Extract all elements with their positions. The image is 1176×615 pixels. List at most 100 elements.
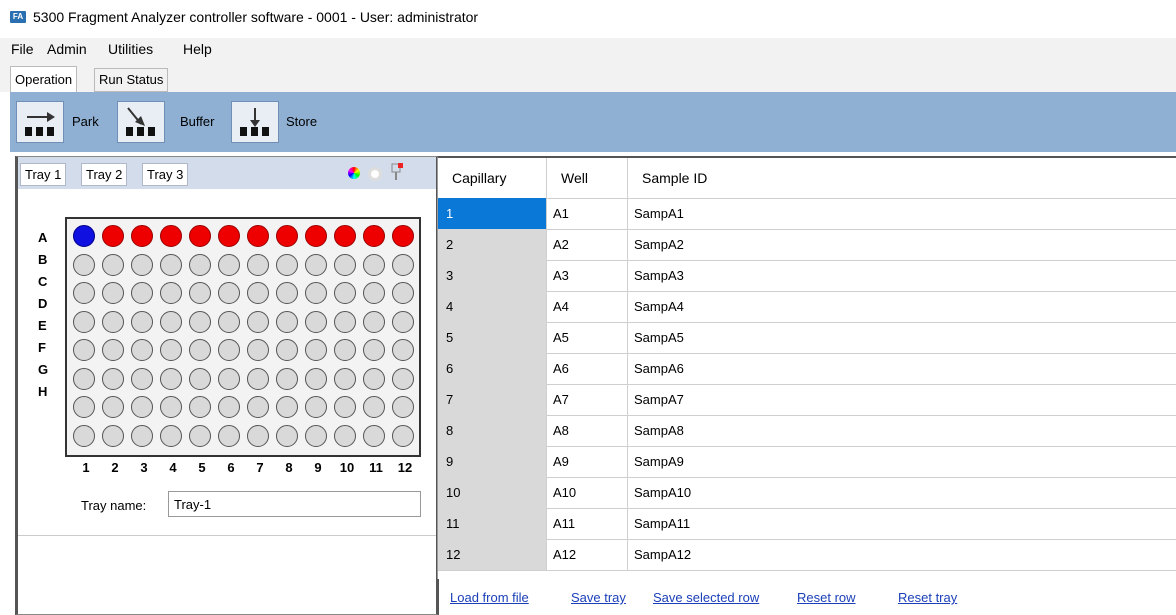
header-well[interactable]: Well bbox=[547, 158, 628, 198]
tab-tray-2[interactable]: Tray 2 bbox=[81, 163, 128, 186]
well-f12[interactable] bbox=[392, 367, 414, 390]
well-h9[interactable] bbox=[305, 424, 327, 447]
well-e9[interactable] bbox=[305, 339, 327, 361]
well-e7[interactable] bbox=[247, 339, 269, 361]
well-d6[interactable] bbox=[218, 310, 240, 333]
well-d10[interactable] bbox=[334, 310, 356, 333]
well-c8[interactable] bbox=[276, 282, 298, 304]
sample-id-cell[interactable]: SampA3 bbox=[628, 260, 1176, 291]
well-cell[interactable]: A8 bbox=[547, 415, 628, 446]
well-h4[interactable] bbox=[160, 424, 182, 447]
menu-utilities[interactable]: Utilities bbox=[108, 41, 153, 57]
sample-id-cell[interactable]: SampA7 bbox=[628, 384, 1176, 415]
well-a11[interactable] bbox=[363, 225, 385, 247]
well-a1[interactable] bbox=[73, 225, 95, 247]
well-f8[interactable] bbox=[276, 367, 298, 390]
well-cell[interactable]: A9 bbox=[547, 446, 628, 477]
tab-operation[interactable]: Operation bbox=[10, 66, 78, 93]
well-b8[interactable] bbox=[276, 253, 298, 276]
well-g1[interactable] bbox=[73, 396, 95, 418]
tab-tray-3[interactable]: Tray 3 bbox=[142, 163, 189, 186]
well-c5[interactable] bbox=[189, 282, 211, 304]
well-e10[interactable] bbox=[334, 339, 356, 361]
capillary-cell[interactable]: 7 bbox=[438, 384, 547, 415]
well-a10[interactable] bbox=[334, 225, 356, 247]
well-g9[interactable] bbox=[305, 396, 327, 418]
well-cell[interactable]: A6 bbox=[547, 353, 628, 384]
well-h5[interactable] bbox=[189, 424, 211, 447]
well-d11[interactable] bbox=[363, 310, 385, 333]
well-cell[interactable]: A3 bbox=[547, 260, 628, 291]
well-a9[interactable] bbox=[305, 225, 327, 247]
well-h7[interactable] bbox=[247, 424, 269, 447]
capillary-cell[interactable]: 11 bbox=[438, 508, 547, 539]
well-f4[interactable] bbox=[160, 367, 182, 390]
table-row[interactable]: 2 A2 SampA2 bbox=[438, 229, 1176, 261]
well-d8[interactable] bbox=[276, 310, 298, 333]
save-selected-row-link[interactable]: Save selected row bbox=[653, 590, 759, 605]
capillary-cell[interactable]: 5 bbox=[438, 322, 547, 353]
well-cell[interactable]: A12 bbox=[547, 539, 628, 570]
capillary-cell[interactable]: 9 bbox=[438, 446, 547, 477]
sample-id-cell[interactable]: SampA4 bbox=[628, 291, 1176, 322]
well-c12[interactable] bbox=[392, 282, 414, 304]
table-row[interactable]: 12 A12 SampA12 bbox=[438, 539, 1176, 571]
well-h12[interactable] bbox=[392, 424, 414, 447]
well-h10[interactable] bbox=[334, 424, 356, 447]
well-g7[interactable] bbox=[247, 396, 269, 418]
well-c10[interactable] bbox=[334, 282, 356, 304]
well-d2[interactable] bbox=[102, 310, 124, 333]
well-h1[interactable] bbox=[73, 424, 95, 447]
well-d12[interactable] bbox=[392, 310, 414, 333]
well-h3[interactable] bbox=[131, 424, 153, 447]
well-b4[interactable] bbox=[160, 253, 182, 276]
well-cell[interactable]: A1 bbox=[547, 198, 628, 229]
tab-tray-1[interactable]: Tray 1 bbox=[20, 163, 67, 186]
table-row[interactable]: 1 A1 SampA1 bbox=[438, 198, 1176, 230]
capillary-cell[interactable]: 8 bbox=[438, 415, 547, 446]
sample-id-cell[interactable]: SampA12 bbox=[628, 539, 1176, 570]
well-h8[interactable] bbox=[276, 424, 298, 447]
well-b5[interactable] bbox=[189, 253, 211, 276]
well-c9[interactable] bbox=[305, 282, 327, 304]
reset-tray-link[interactable]: Reset tray bbox=[898, 590, 957, 605]
well-a7[interactable] bbox=[247, 225, 269, 247]
color-wheel-icon[interactable] bbox=[348, 167, 360, 179]
well-cell[interactable]: A7 bbox=[547, 384, 628, 415]
well-a6[interactable] bbox=[218, 225, 240, 247]
sample-id-cell[interactable]: SampA10 bbox=[628, 477, 1176, 508]
well-c7[interactable] bbox=[247, 282, 269, 304]
well-e12[interactable] bbox=[392, 339, 414, 361]
tray-name-input[interactable] bbox=[168, 491, 421, 517]
well-g5[interactable] bbox=[189, 396, 211, 418]
store-button[interactable] bbox=[231, 101, 279, 143]
well-e4[interactable] bbox=[160, 339, 182, 361]
well-e5[interactable] bbox=[189, 339, 211, 361]
well-g12[interactable] bbox=[392, 396, 414, 418]
capillary-cell[interactable]: 12 bbox=[438, 539, 547, 570]
well-f10[interactable] bbox=[334, 367, 356, 390]
sample-id-cell[interactable]: SampA6 bbox=[628, 353, 1176, 384]
well-c1[interactable] bbox=[73, 282, 95, 304]
menu-admin[interactable]: Admin bbox=[47, 41, 87, 57]
pin-icon[interactable] bbox=[390, 163, 404, 181]
capillary-cell[interactable]: 10 bbox=[438, 477, 547, 508]
well-e11[interactable] bbox=[363, 339, 385, 361]
well-c3[interactable] bbox=[131, 282, 153, 304]
well-cell[interactable]: A4 bbox=[547, 291, 628, 322]
well-d9[interactable] bbox=[305, 310, 327, 333]
well-h6[interactable] bbox=[218, 424, 240, 447]
menu-help[interactable]: Help bbox=[183, 41, 212, 57]
well-e2[interactable] bbox=[102, 339, 124, 361]
well-b10[interactable] bbox=[334, 253, 356, 276]
sample-id-cell[interactable]: SampA5 bbox=[628, 322, 1176, 353]
well-d4[interactable] bbox=[160, 310, 182, 333]
table-row[interactable]: 4 A4 SampA4 bbox=[438, 291, 1176, 323]
load-from-file-link[interactable]: Load from file bbox=[450, 590, 529, 605]
capillary-cell[interactable]: 3 bbox=[438, 260, 547, 291]
capillary-cell[interactable]: 4 bbox=[438, 291, 547, 322]
well-h11[interactable] bbox=[363, 424, 385, 447]
well-f7[interactable] bbox=[247, 367, 269, 390]
well-f3[interactable] bbox=[131, 367, 153, 390]
well-cell[interactable]: A11 bbox=[547, 508, 628, 539]
